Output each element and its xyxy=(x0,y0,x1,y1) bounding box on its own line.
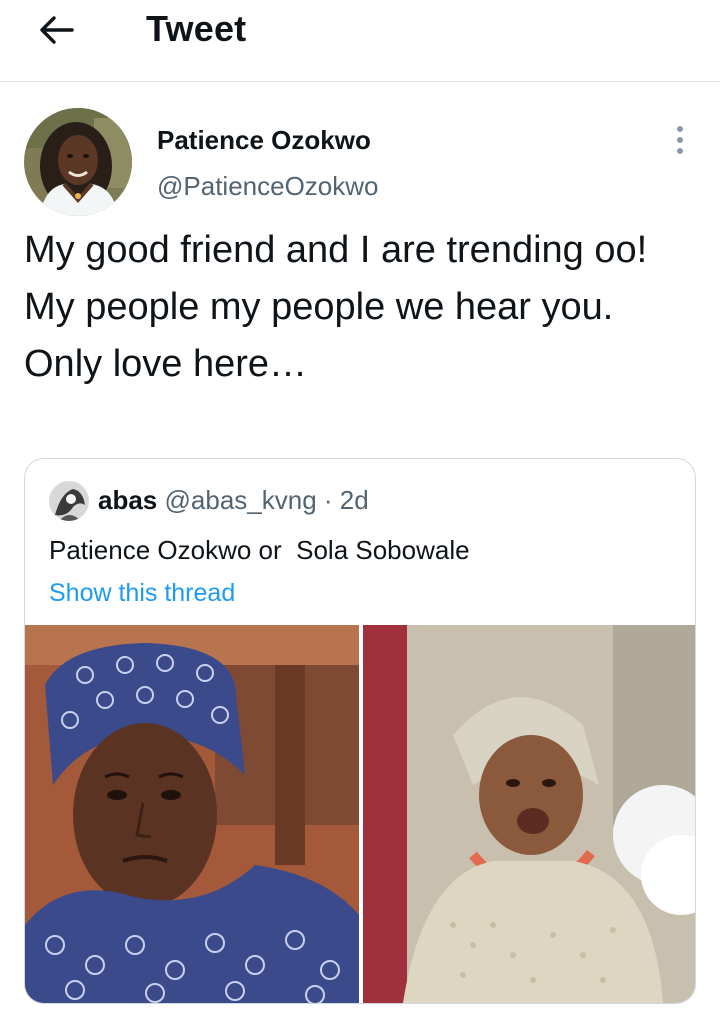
quoted-tweet-card[interactable]: abas @abas_kvng · 2d Patience Ozokwo or … xyxy=(24,458,696,1004)
author-display-name[interactable]: Patience Ozokwo xyxy=(157,124,371,156)
quoted-photo-left[interactable] xyxy=(25,625,359,1003)
quoted-author-handle[interactable]: @abas_kvng xyxy=(165,485,317,515)
quoted-photo-right[interactable] xyxy=(363,625,695,1003)
top-bar: Tweet xyxy=(0,0,720,82)
more-vertical-icon xyxy=(677,126,683,132)
tweet-text: My good friend and I are trending oo! My… xyxy=(24,229,648,385)
show-thread-link[interactable]: Show this thread xyxy=(49,576,235,610)
quoted-tweet-time[interactable]: 2d xyxy=(340,485,369,515)
quoted-author-avatar[interactable] xyxy=(49,481,89,521)
more-options-button[interactable] xyxy=(666,122,694,158)
quoted-tweet-header: abas @abas_kvng · 2d xyxy=(98,483,369,517)
more-vertical-icon xyxy=(677,148,683,154)
more-vertical-icon xyxy=(677,137,683,143)
quoted-author-name[interactable]: abas xyxy=(98,485,157,515)
back-button[interactable] xyxy=(34,10,78,50)
separator-dot: · xyxy=(323,485,333,515)
page-title: Tweet xyxy=(146,8,247,49)
author-avatar[interactable] xyxy=(24,108,132,216)
author-handle[interactable]: @PatienceOzokwo xyxy=(157,170,379,202)
arrow-left-icon xyxy=(40,16,74,44)
quoted-tweet-text: Patience Ozokwo or Sola Sobowale xyxy=(49,535,470,565)
